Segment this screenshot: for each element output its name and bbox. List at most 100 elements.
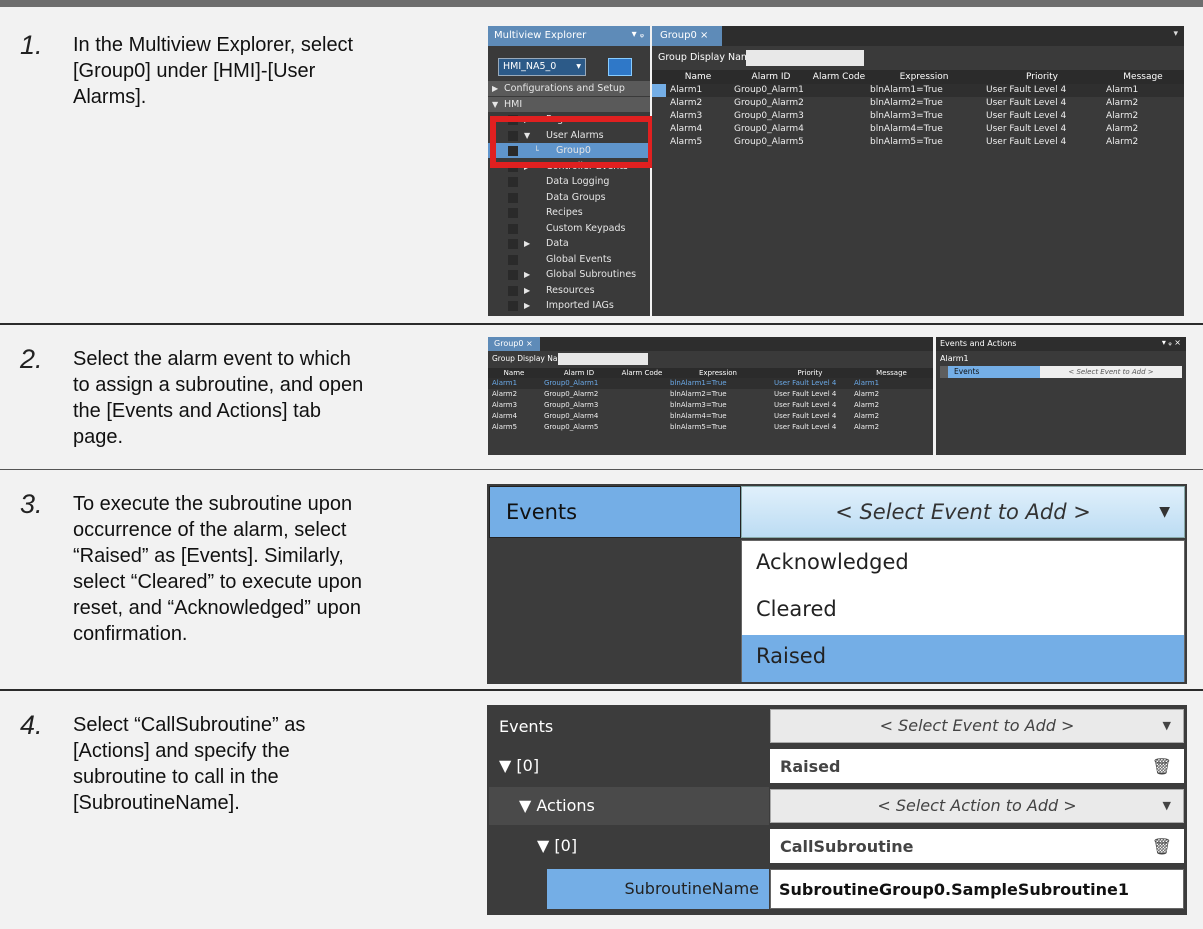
checkbox-icon[interactable] — [508, 301, 518, 311]
chevron-down-icon[interactable]: ▾ — [1173, 29, 1178, 39]
pin-icon[interactable]: ▾ ᵩ — [632, 29, 644, 40]
expand-arrow-icon[interactable]: ▼ — [492, 97, 498, 112]
group-display-name-input[interactable] — [558, 353, 648, 365]
table-cell: Alarm4 — [670, 124, 703, 134]
checkbox-icon[interactable] — [508, 177, 518, 187]
tree-item-label: Resources — [546, 284, 595, 296]
expand-arrow-icon[interactable]: ▶ — [524, 267, 530, 282]
tree-item[interactable]: Recipes — [488, 205, 650, 220]
table-cell: User Fault Level 4 — [774, 412, 837, 420]
table-cell: Alarm4 — [492, 412, 518, 420]
panel-subtitle: Alarm1 — [940, 354, 969, 363]
table-cell: blnAlarm4=True — [870, 124, 943, 134]
dropdown-option[interactable]: Acknowledged — [742, 541, 1184, 588]
tree-item-label: Global Events — [546, 253, 612, 265]
column-header[interactable]: Alarm ID — [540, 368, 618, 378]
trash-icon[interactable]: 🗑 — [1152, 757, 1172, 776]
dropdown-option[interactable]: Raised — [742, 635, 1184, 682]
explorer-title-bar: Multiview Explorer ▾ ᵩ — [488, 26, 650, 46]
table-cell: Alarm1 — [492, 379, 518, 387]
column-header[interactable]: Message — [850, 368, 933, 378]
step-number: 3. — [20, 489, 43, 519]
tree-item[interactable]: ▼ HMI — [488, 96, 650, 112]
group-display-name-input[interactable] — [746, 50, 864, 66]
checkbox-icon[interactable] — [508, 270, 518, 280]
table-cell: Alarm2 — [1106, 124, 1139, 134]
tree-item[interactable]: Global Events — [488, 252, 650, 267]
tree-item[interactable]: ▶ Resources — [488, 283, 650, 298]
dropdown-option[interactable]: Cleared — [742, 588, 1184, 635]
checkbox-icon[interactable] — [508, 208, 518, 218]
column-header[interactable]: Alarm Code — [618, 368, 666, 378]
tree-item[interactable]: ▶ Data — [488, 236, 650, 251]
checkbox-icon[interactable] — [508, 239, 518, 249]
column-header[interactable]: Priority — [982, 70, 1102, 84]
select-action-dropdown[interactable]: < Select Action to Add > ▼ — [770, 789, 1184, 823]
step-text-line: confirmation. — [73, 623, 188, 645]
step-text-line: select “Cleared” to execute upon — [73, 571, 363, 593]
step-text-line: Alarms]. — [73, 86, 147, 108]
table-cell: User Fault Level 4 — [986, 137, 1067, 147]
events-label: Events — [499, 717, 554, 736]
table-cell: Alarm3 — [670, 111, 703, 121]
row-selector[interactable] — [652, 84, 666, 97]
table-cell: Alarm3 — [492, 401, 518, 409]
expand-arrow-icon[interactable]: ▶ — [524, 283, 530, 298]
select-event-dropdown[interactable]: < Select Event to Add > ▼ — [770, 709, 1184, 743]
action-index[interactable]: ▼ [0] — [527, 827, 769, 865]
select-event-dropdown[interactable]: < Select Event to Add > ▼ — [741, 486, 1185, 538]
tree-item[interactable]: Data Logging — [488, 174, 650, 189]
column-header[interactable]: Expression — [866, 70, 982, 84]
tree-item[interactable]: ▶ Imported IAGs — [488, 298, 650, 313]
checkbox-icon[interactable] — [508, 285, 518, 296]
tree-item-label: Data — [546, 238, 569, 249]
actions-label[interactable]: ▼ Actions — [509, 787, 769, 825]
table-cell: blnAlarm1=True — [870, 85, 943, 95]
device-select[interactable]: HMI_NA5_0 ▾ — [498, 58, 586, 76]
separator — [0, 469, 1203, 470]
dropdown-placeholder: < Select Action to Add > — [877, 796, 1077, 815]
checkbox-icon[interactable] — [508, 192, 518, 203]
expand-arrow-icon[interactable]: ▶ — [524, 236, 530, 251]
table-cell: Group0_Alarm4 — [544, 412, 599, 420]
expand-arrow-icon[interactable]: ▶ — [524, 298, 530, 313]
column-header[interactable]: Name — [666, 70, 730, 84]
column-header[interactable]: Alarm Code — [812, 70, 866, 84]
tree-item[interactable]: ▶ Configurations and Setup — [488, 81, 650, 96]
checkbox-icon[interactable] — [508, 254, 518, 265]
tab-group0[interactable]: Group0 × — [652, 26, 722, 46]
table-cell: Alarm2 — [1106, 137, 1139, 147]
expand-arrow-icon[interactable]: ▶ — [492, 81, 498, 96]
tree-item[interactable]: Data Groups — [488, 190, 650, 205]
column-header[interactable]: Alarm ID — [730, 70, 812, 84]
tab-group0[interactable]: Group0 × — [488, 337, 540, 351]
action-value-text: CallSubroutine — [780, 837, 914, 856]
subroutine-name-field[interactable]: SubroutineGroup0.SampleSubroutine1 — [770, 869, 1184, 909]
device-icon[interactable] — [608, 58, 632, 76]
event-index[interactable]: ▼ [0] — [489, 747, 769, 785]
table-cell: Alarm1 — [1106, 85, 1139, 95]
table-cell: Alarm2 — [854, 401, 880, 409]
events-row: Events < Select Event to Add > — [940, 366, 1182, 378]
table-cell: User Fault Level 4 — [986, 111, 1067, 121]
chevron-down-icon: ▼ — [1162, 799, 1171, 812]
step-text-line: page. — [73, 426, 124, 448]
step-text-line: To execute the subroutine upon — [73, 493, 353, 515]
tree-item[interactable]: Custom Keypads — [488, 221, 650, 236]
trash-icon[interactable]: 🗑 — [1152, 837, 1172, 856]
table-cell: Group0_Alarm5 — [734, 137, 804, 147]
table-cell: Group0_Alarm3 — [734, 111, 804, 121]
properties-grid: Events < Select Event to Add > ▼ ▼ [0] R… — [487, 705, 1187, 915]
tree-item-label: Imported IAGs — [546, 300, 614, 311]
select-event-dropdown[interactable]: < Select Event to Add > — [1040, 366, 1182, 378]
column-header[interactable]: Expression — [666, 368, 770, 378]
step-number: 1. — [20, 30, 43, 60]
close-icon[interactable]: ▾ ᵩ × — [1162, 338, 1181, 347]
column-header[interactable]: Name — [488, 368, 540, 378]
step-text-line: occurrence of the alarm, select — [73, 519, 347, 541]
column-header[interactable]: Priority — [770, 368, 850, 378]
column-header[interactable]: Message — [1102, 70, 1184, 84]
tree-item[interactable]: ▶ Global Subroutines — [488, 267, 650, 282]
checkbox-icon[interactable] — [508, 223, 518, 234]
step-text-line: Select “CallSubroutine” as — [73, 714, 306, 736]
